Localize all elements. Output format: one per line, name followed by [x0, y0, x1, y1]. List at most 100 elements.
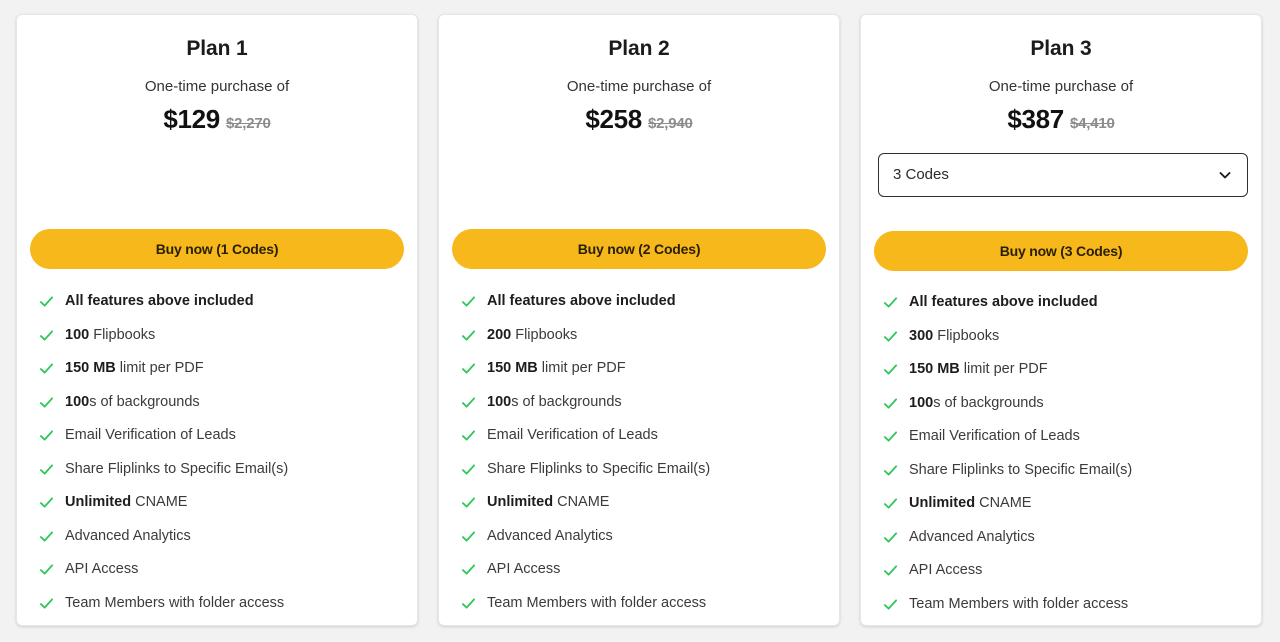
check-icon — [883, 493, 909, 511]
feature-text-rest: limit per PDF — [959, 361, 1048, 377]
price-row: $387 $4,410 — [861, 103, 1261, 140]
plan-header: Plan 1 One-time purchase of $129 $2,270 — [17, 15, 417, 140]
feature-item: API Access — [461, 559, 825, 593]
check-icon — [883, 560, 909, 578]
feature-text-rest: s of backgrounds — [511, 393, 622, 410]
pricing-plans-grid: Plan 1 One-time purchase of $129 $2,270 Buy … — [16, 14, 1264, 626]
feature-item: 150 MB limit per PDF — [39, 358, 403, 392]
price-original-strikethrough: $4,410 — [1069, 115, 1115, 132]
feature-label: 150 MB limit per PDF — [909, 359, 1048, 379]
feature-label: Team Members with folder access — [65, 593, 284, 613]
feature-label: Email Verification of Leads — [909, 426, 1080, 446]
feature-item: Unlimited CNAME — [461, 492, 825, 526]
price-row: $129 $2,270 — [17, 103, 417, 140]
feature-label: Share Fliplinks to Specific Email(s) — [909, 460, 1132, 480]
feature-text-rest: CNAME — [131, 494, 188, 510]
feature-text-rest: All features above included — [487, 293, 676, 309]
feature-highlight: 150 MB — [909, 361, 960, 377]
feature-item: All features above included — [883, 292, 1247, 326]
check-icon — [461, 593, 487, 611]
check-icon — [39, 492, 65, 510]
check-icon — [39, 392, 65, 410]
feature-item: 300 Flipbooks — [883, 326, 1247, 360]
feature-highlight: 200 — [487, 326, 512, 343]
feature-label: Unlimited CNAME — [909, 493, 1031, 513]
plan-card: Plan 1 One-time purchase of $129 $2,270 Buy … — [16, 14, 418, 626]
feature-item: Team Members with folder access — [883, 594, 1247, 628]
feature-label: API Access — [909, 560, 982, 580]
plan-header: Plan 3 One-time purchase of $387 $4,410 — [861, 15, 1261, 140]
feature-item: Email Verification of Leads — [461, 425, 825, 459]
feature-item: 150 MB limit per PDF — [883, 359, 1247, 393]
plan-subtitle: One-time purchase of — [566, 78, 712, 95]
check-icon — [39, 559, 65, 577]
feature-label: Share Fliplinks to Specific Email(s) — [487, 459, 710, 479]
feature-item: 100s of backgrounds — [461, 392, 825, 426]
feature-text-rest: Team Members with folder access — [65, 594, 285, 611]
feature-label: Advanced Analytics — [487, 526, 613, 546]
feature-item: Unlimited CNAME — [883, 493, 1247, 527]
feature-highlight: 300 — [909, 327, 934, 344]
check-icon — [39, 291, 65, 309]
feature-label: 300 Flipbooks — [909, 326, 999, 346]
check-icon — [883, 527, 909, 545]
feature-label: Advanced Analytics — [909, 527, 1035, 547]
feature-text-rest: Email Verification of Leads — [65, 427, 236, 443]
feature-item: 150 MB limit per PDF — [461, 358, 825, 392]
feature-text-rest: All features above included — [909, 294, 1098, 310]
price-row: $258 $2,940 — [439, 103, 839, 140]
feature-label: 100s of backgrounds — [65, 392, 200, 412]
plan-card: Plan 2 One-time purchase of $258 $2,940 Buy … — [438, 14, 840, 626]
check-icon — [883, 460, 909, 478]
price-original-strikethrough: $2,270 — [225, 115, 271, 132]
check-icon — [39, 425, 65, 443]
feature-label: Unlimited CNAME — [487, 492, 609, 512]
feature-text-rest: CNAME — [975, 495, 1032, 511]
feature-text-rest: Flipbooks — [89, 326, 156, 343]
feature-item: Advanced Analytics — [883, 527, 1247, 561]
check-icon — [39, 593, 65, 611]
feature-label: Advanced Analytics — [65, 526, 191, 546]
check-icon — [461, 526, 487, 544]
code-quantity-select[interactable]: 3 Codes — [878, 153, 1248, 197]
buy-now-button[interactable]: Buy now (3 Codes) — [874, 231, 1248, 271]
price-original-strikethrough: $2,940 — [647, 115, 693, 132]
feature-item: Team Members with folder access — [39, 593, 403, 627]
feature-item: Share Fliplinks to Specific Email(s) — [39, 459, 403, 493]
feature-highlight: Unlimited — [65, 494, 132, 510]
check-icon — [461, 325, 487, 343]
feature-text-rest: s of backgrounds — [933, 394, 1044, 411]
feature-text-rest: API Access — [487, 561, 561, 577]
feature-label: 150 MB limit per PDF — [65, 358, 204, 378]
feature-label: Email Verification of Leads — [65, 425, 236, 445]
feature-text-rest: Team Members with folder access — [909, 595, 1129, 612]
feature-highlight: 100 — [487, 393, 512, 410]
check-icon — [883, 393, 909, 411]
price-current: $387 — [1007, 104, 1064, 134]
feature-label: Team Members with folder access — [487, 593, 706, 613]
buy-now-button[interactable]: Buy now (2 Codes) — [452, 229, 826, 269]
chevron-down-icon — [1217, 167, 1233, 183]
check-icon — [461, 492, 487, 510]
plan-title: Plan 1 — [186, 37, 248, 60]
price-current: $129 — [163, 104, 220, 134]
code-quantity-value: 3 Codes — [893, 166, 949, 183]
price-current: $258 — [585, 104, 642, 134]
check-icon — [39, 325, 65, 343]
check-icon — [461, 559, 487, 577]
feature-text-rest: Advanced Analytics — [909, 528, 1035, 545]
check-icon — [39, 358, 65, 376]
feature-item: Email Verification of Leads — [39, 425, 403, 459]
feature-highlight: Unlimited — [909, 495, 976, 511]
feature-text-rest: Share Fliplinks to Specific Email(s) — [487, 460, 711, 477]
buy-now-button[interactable]: Buy now (1 Codes) — [30, 229, 404, 269]
feature-item: 100 Flipbooks — [39, 325, 403, 359]
feature-highlight: 150 MB — [487, 360, 538, 376]
feature-text-rest: Email Verification of Leads — [909, 428, 1080, 444]
plan-card: Plan 3 One-time purchase of $387 $4,410 3 Co… — [860, 14, 1262, 626]
check-icon — [461, 291, 487, 309]
check-icon — [883, 594, 909, 612]
feature-item: Email Verification of Leads — [883, 426, 1247, 460]
feature-label: All features above included — [487, 291, 676, 311]
feature-label: Email Verification of Leads — [487, 425, 658, 445]
